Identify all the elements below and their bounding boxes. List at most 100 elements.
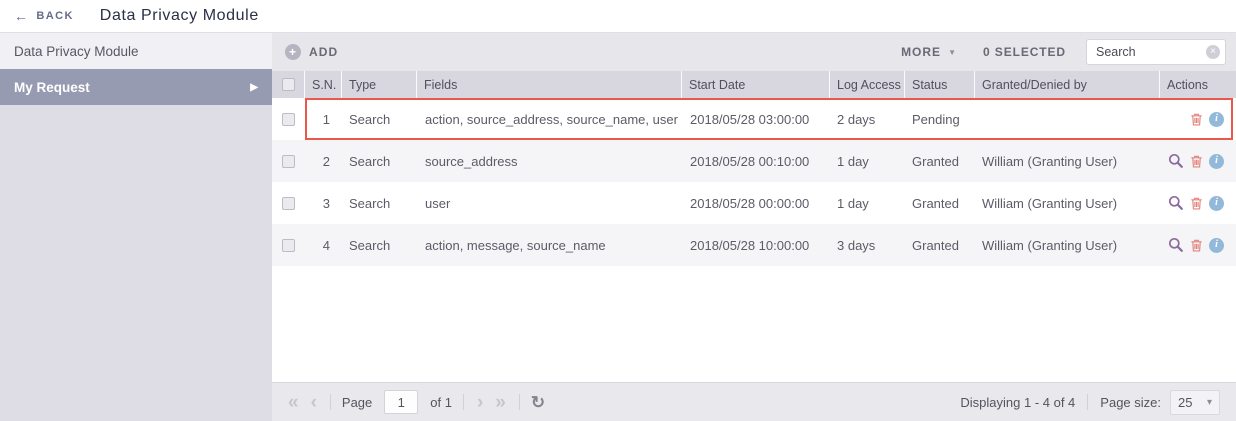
table-row: 3 Search user 2018/05/28 00:00:00 1 day … (272, 182, 1236, 224)
table-toolbar: + ADD MORE ▼ 0 SELECTED × (272, 33, 1236, 71)
view-details-button[interactable] (1168, 195, 1184, 211)
sidebar-item-label: Data Privacy Module (14, 44, 139, 59)
sidebar-item-my-request[interactable]: My Request ▶ (0, 69, 272, 105)
header-checkbox-cell (272, 71, 305, 98)
sidebar: Data Privacy Module My Request ▶ (0, 33, 272, 421)
info-button[interactable]: i (1209, 238, 1224, 253)
row-fields: action, source_address, source_name, use… (417, 112, 682, 127)
first-page-button[interactable]: « (286, 393, 301, 412)
separator (519, 394, 520, 410)
separator (1087, 394, 1088, 410)
row-start-date: 2018/05/28 00:00:00 (682, 196, 830, 211)
row-fields: action, message, source_name (417, 238, 682, 253)
magnifier-icon (1168, 153, 1184, 169)
row-start-date: 2018/05/28 10:00:00 (682, 238, 830, 253)
chevron-down-icon: ▼ (948, 48, 957, 57)
prev-page-button[interactable]: ‹ (309, 393, 319, 412)
row-log-access: 3 days (830, 238, 905, 253)
table-header-row: S.N. Type Fields Start Date Log Access D… (272, 71, 1236, 98)
row-granted-by: William (Granting User) (975, 196, 1160, 211)
table-empty-area (272, 266, 1236, 382)
next-page-button[interactable]: › (475, 393, 485, 412)
back-button[interactable]: ← BACK (14, 9, 74, 23)
info-button[interactable]: i (1209, 154, 1224, 169)
row-granted-by: William (Granting User) (975, 238, 1160, 253)
displaying-text: Displaying 1 - 4 of 4 (960, 395, 1075, 410)
plus-icon: + (285, 44, 301, 60)
info-button[interactable]: i (1209, 112, 1224, 127)
row-actions: i (1160, 153, 1236, 169)
back-label: BACK (36, 10, 73, 22)
column-header-fields[interactable]: Fields (417, 71, 682, 98)
more-button[interactable]: MORE ▼ (901, 45, 957, 59)
sidebar-item-label: My Request (14, 80, 90, 95)
table-row: 1 Search action, source_address, source_… (272, 98, 1236, 140)
separator (463, 394, 464, 410)
toolbar-right: MORE ▼ 0 SELECTED × (901, 39, 1226, 65)
row-status: Pending (905, 112, 975, 127)
search-input[interactable] (1086, 39, 1226, 65)
row-type: Search (342, 112, 417, 127)
magnifier-icon (1168, 237, 1184, 253)
column-header-actions[interactable]: Actions (1160, 71, 1236, 98)
row-log-access: 1 day (830, 196, 905, 211)
column-header-granted-by[interactable]: Granted/Denied by (975, 71, 1160, 98)
topbar: ← BACK Data Privacy Module (0, 0, 1236, 33)
row-fields: source_address (417, 154, 682, 169)
delete-button[interactable] (1189, 196, 1204, 211)
magnifier-icon (1168, 195, 1184, 211)
delete-button[interactable] (1189, 112, 1204, 127)
row-checkbox[interactable] (282, 239, 295, 252)
row-sn: 1 (305, 112, 342, 127)
column-header-sn[interactable]: S.N. (305, 71, 342, 98)
table-row: 4 Search action, message, source_name 20… (272, 224, 1236, 266)
back-arrow-icon: ← (14, 9, 29, 23)
page-number-input[interactable] (384, 390, 418, 414)
sidebar-item-data-privacy-module[interactable]: Data Privacy Module (0, 33, 272, 69)
delete-button[interactable] (1189, 238, 1204, 253)
view-details-button[interactable] (1168, 237, 1184, 253)
add-button[interactable]: + ADD (285, 44, 338, 60)
pagination-bar: « ‹ Page of 1 › » ↻ Displaying 1 - 4 of … (272, 382, 1236, 421)
column-header-status[interactable]: Status (905, 71, 975, 98)
trash-icon (1189, 238, 1204, 253)
row-checkbox[interactable] (282, 113, 295, 126)
trash-icon (1189, 112, 1204, 127)
row-actions: i (1160, 112, 1236, 127)
clear-search-icon[interactable]: × (1206, 45, 1220, 59)
separator (330, 394, 331, 410)
row-log-access: 2 days (830, 112, 905, 127)
info-button[interactable]: i (1209, 196, 1224, 211)
pagination-right: Displaying 1 - 4 of 4 Page size: 25 ▾ (960, 390, 1220, 415)
row-checkbox-cell (272, 113, 305, 126)
row-sn: 3 (305, 196, 342, 211)
layout: Data Privacy Module My Request ▶ + ADD M… (0, 33, 1236, 421)
column-header-type[interactable]: Type (342, 71, 417, 98)
row-checkbox[interactable] (282, 155, 295, 168)
row-start-date: 2018/05/28 00:10:00 (682, 154, 830, 169)
row-type: Search (342, 154, 417, 169)
row-status: Granted (905, 196, 975, 211)
refresh-button[interactable]: ↻ (531, 394, 545, 411)
row-actions: i (1160, 195, 1236, 211)
row-sn: 4 (305, 238, 342, 253)
search-box: × (1086, 39, 1226, 65)
column-header-log-access[interactable]: Log Access D (830, 71, 905, 98)
row-checkbox[interactable] (282, 197, 295, 210)
last-page-button[interactable]: » (493, 393, 508, 412)
row-status: Granted (905, 238, 975, 253)
select-all-checkbox[interactable] (282, 78, 295, 91)
page-size-label: Page size: (1100, 395, 1161, 410)
page-label: Page (342, 395, 372, 410)
row-status: Granted (905, 154, 975, 169)
delete-button[interactable] (1189, 154, 1204, 169)
trash-icon (1189, 196, 1204, 211)
page-title: Data Privacy Module (100, 7, 259, 25)
page-of-label: of 1 (430, 395, 452, 410)
chevron-right-icon: ▶ (250, 82, 258, 93)
row-type: Search (342, 238, 417, 253)
page-size-select[interactable]: 25 ▾ (1170, 390, 1220, 415)
column-header-start-date[interactable]: Start Date (682, 71, 830, 98)
view-details-button[interactable] (1168, 153, 1184, 169)
row-actions: i (1160, 237, 1236, 253)
